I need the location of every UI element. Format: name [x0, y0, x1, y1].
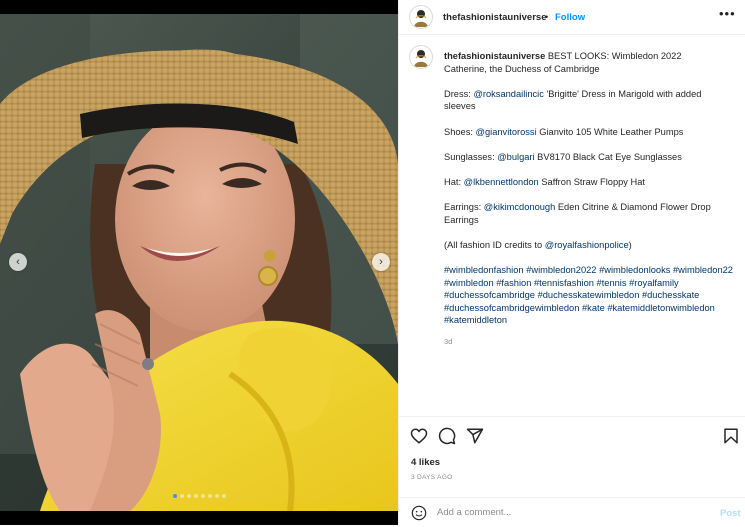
earrings-label: Earrings:	[444, 202, 484, 213]
avatar-image	[414, 10, 428, 27]
comment-input[interactable]	[437, 504, 677, 520]
avatar-image	[414, 50, 428, 67]
shoes-text: Gianvito 105 White Leather Pumps	[536, 126, 684, 137]
hashtag-link[interactable]: #fashion	[496, 278, 531, 288]
post-media[interactable]: ‹ ›	[0, 0, 398, 525]
hashtag-list: #wimbledonfashion #wimbledon2022 #wimble…	[444, 264, 734, 327]
separator-dot: •	[545, 12, 549, 22]
hashtag-link[interactable]: #katemiddleton	[444, 315, 507, 325]
carousel-dot	[200, 494, 205, 498]
post-header: thefashionistauniverse • Follow •••	[399, 0, 745, 35]
dress-label: Dress:	[444, 88, 474, 99]
caption-area[interactable]: thefashionistauniverse BEST LOOKS: Wimbl…	[399, 35, 745, 416]
avatar[interactable]	[409, 5, 433, 29]
carousel-next-button[interactable]: ›	[372, 253, 390, 271]
hashtag-link[interactable]: #duchesskatewimbledon	[538, 290, 640, 300]
shoes-label: Shoes:	[444, 126, 476, 137]
hashtag-link[interactable]: #wimbledonfashion	[444, 265, 524, 275]
emoji-icon[interactable]	[411, 505, 427, 521]
share-icon[interactable]	[466, 427, 484, 445]
shoes-mention-link[interactable]: @gianvitorossi	[476, 127, 537, 137]
hashtag-link[interactable]: #duchessofcambridge	[444, 290, 535, 300]
post-panel: thefashionistauniverse • Follow ••• thef…	[398, 0, 745, 525]
hashtag-link[interactable]: #royalfamily	[629, 278, 679, 288]
hashtag-link[interactable]: #wimbledonlooks	[599, 265, 670, 275]
hashtag-link[interactable]: #duchesskate	[642, 290, 699, 300]
hat-mention-link[interactable]: @lkbennettlondon	[464, 177, 539, 187]
post-username[interactable]: thefashionistauniverse	[443, 12, 546, 23]
likes-count[interactable]: 4 likes	[411, 457, 440, 468]
carousel-dot	[207, 494, 212, 498]
hashtag-link[interactable]: #katemiddletonwimbledon	[607, 303, 715, 313]
caption-line: BEST LOOKS: Wimbledon 2022	[547, 51, 682, 61]
sunglasses-label: Sunglasses:	[444, 151, 498, 162]
earrings-mention-link[interactable]: @kikimcdonough	[484, 202, 555, 212]
credits-text: )	[628, 239, 632, 250]
carousel-dot	[172, 494, 177, 498]
hat-label: Hat:	[444, 176, 464, 187]
bookmark-icon[interactable]	[722, 427, 740, 445]
hashtag-link[interactable]: #wimbledon22	[673, 265, 733, 275]
hashtag-link[interactable]: #wimbledon2022	[526, 265, 596, 275]
credits-mention-link[interactable]: @royalfashionpolice	[545, 240, 629, 250]
follow-button[interactable]: Follow	[555, 12, 585, 23]
post-comment-button[interactable]: Post	[720, 508, 741, 519]
hashtag-link[interactable]: #wimbledon	[444, 278, 494, 288]
carousel-dot	[193, 494, 198, 498]
hashtag-link[interactable]: #tennisfashion	[534, 278, 594, 288]
more-options-icon[interactable]: •••	[719, 6, 736, 21]
action-section: 4 likes 3 DAYS AGO Post	[399, 416, 745, 526]
credits-text: (All fashion ID credits to	[444, 239, 545, 250]
heart-icon[interactable]	[410, 427, 428, 445]
carousel-dot	[221, 494, 226, 498]
hashtag-link[interactable]: #kate	[582, 303, 605, 313]
hashtag-link[interactable]: #duchessofcambridgewimbledon	[444, 303, 579, 313]
sunglasses-mention-link[interactable]: @bulgari	[497, 152, 534, 162]
caption-text: thefashionistauniverse BEST LOOKS: Wimbl…	[444, 50, 734, 348]
carousel-prev-button[interactable]: ‹	[9, 253, 27, 271]
caption-username[interactable]: thefashionistauniverse	[444, 51, 545, 61]
comment-icon[interactable]	[438, 427, 456, 445]
comment-bar: Post	[399, 497, 745, 527]
hat-text: Saffron Straw Floppy Hat	[538, 176, 646, 187]
caption-line: Catherine, the Duchess of Cambridge	[444, 63, 600, 74]
carousel-dot	[214, 494, 219, 498]
carousel-dot	[179, 494, 184, 498]
post-photo	[0, 14, 398, 511]
sunglasses-text: BV8170 Black Cat Eye Sunglasses	[534, 151, 682, 162]
post-timestamp[interactable]: 3 DAYS AGO	[411, 474, 453, 481]
caption-time[interactable]: 3d	[444, 336, 734, 349]
carousel-dot	[186, 494, 191, 498]
carousel-dots	[0, 494, 398, 498]
avatar[interactable]	[409, 45, 433, 69]
hashtag-link[interactable]: #tennis	[597, 278, 627, 288]
dress-mention-link[interactable]: @roksandailincic	[473, 89, 543, 99]
